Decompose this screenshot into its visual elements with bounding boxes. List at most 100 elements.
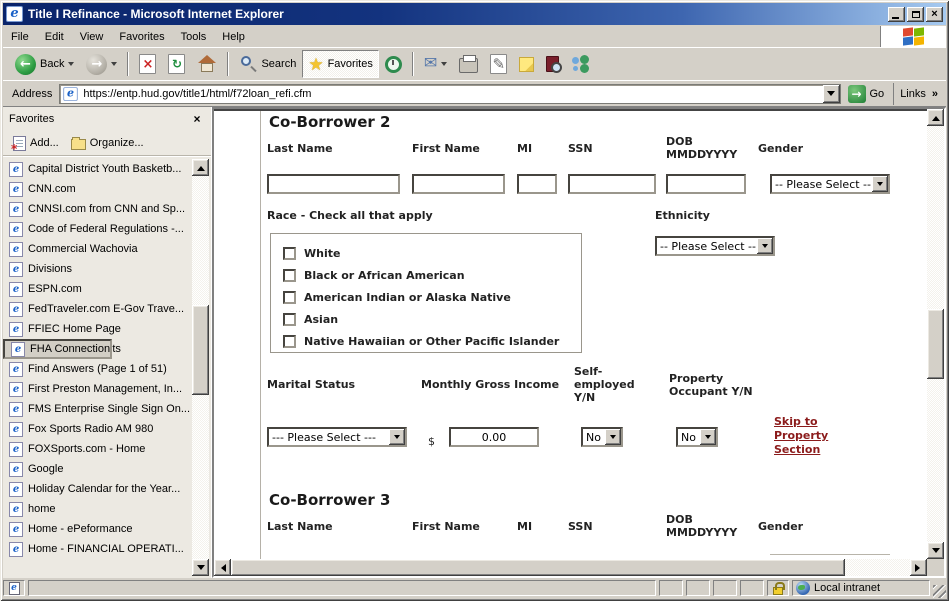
research-button[interactable] [540,50,565,78]
dob-input[interactable] [666,174,746,194]
favorite-item[interactable]: eFind Answers (Page 1 of 51) [3,359,191,379]
ssn-input[interactable] [568,174,656,194]
favorite-item[interactable]: eFox Sports Radio AM 980 [3,419,191,439]
ie-logo-icon[interactable]: e [6,6,23,22]
print-button[interactable] [453,50,484,78]
race-checkbox-white[interactable] [283,247,296,260]
first-name-input[interactable] [412,174,505,194]
edit-button[interactable]: ✎ [484,50,513,78]
history-button[interactable] [379,50,408,78]
favorite-item[interactable]: ehome [3,499,191,519]
scroll-up-button[interactable] [927,109,944,126]
last-name-input[interactable] [267,174,400,194]
favorite-item[interactable]: eHome - FINANCIAL OPERATI... [3,539,191,559]
messenger-button[interactable] [565,50,597,78]
favorite-item[interactable]: eESPN.com [3,279,191,299]
favorite-item[interactable]: eCNN.com [3,179,191,199]
content-horizontal-scrollbar[interactable] [214,559,927,576]
favorites-panel-close-button[interactable]: × [189,112,205,127]
favorites-scrollbar[interactable] [192,159,209,576]
favorite-item[interactable]: eDivisions [3,259,191,279]
favorite-item[interactable]: eFOXSports.com - Home [3,439,191,459]
ie-favicon: e [9,522,23,537]
menu-tools[interactable]: Tools [173,28,215,46]
close-button[interactable]: × [926,7,943,22]
scroll-left-button[interactable] [214,559,231,576]
favorite-item[interactable]: eHome - ePeformance [3,519,191,539]
favorite-item[interactable]: eFedTraveler.com E-Gov Trave... [3,299,191,319]
favorite-item[interactable]: eFMS Enterprise Single Sign On... [3,399,191,419]
address-dropdown-button[interactable] [823,85,840,103]
refresh-button[interactable]: ↻ [162,50,191,78]
scroll-up-button[interactable] [192,159,209,176]
go-button[interactable]: → Go [845,83,890,105]
property-occupant-select[interactable]: No [676,427,718,447]
favorite-item[interactable]: eHoliday Calendar for the Year... [3,479,191,499]
favorite-item[interactable]: eFFIEC Home Page [3,319,191,339]
maximize-button[interactable] [907,7,924,22]
home-button[interactable] [191,50,223,78]
page-body: Co-Borrower 2 Last Name First Name MI SS… [214,109,927,559]
race-checkbox-hawaiian[interactable] [283,335,296,348]
menu-help[interactable]: Help [214,28,253,46]
mail-dropdown-icon[interactable] [441,62,447,69]
income-label: Monthly Gross Income [421,378,559,391]
mail-button[interactable]: ✉ [418,50,453,78]
organize-favorites-button[interactable]: Organize... [65,134,150,152]
favorites-button[interactable]: ★ Favorites [302,50,379,78]
menu-edit[interactable]: Edit [37,28,72,46]
search-button[interactable]: Search [233,50,302,78]
address-input[interactable]: e https://entp.hud.gov/title1/html/f72lo… [59,84,840,104]
links-toolbar[interactable]: Links » [893,83,944,105]
scroll-down-button[interactable] [192,559,209,576]
scroll-right-button[interactable] [910,559,927,576]
scrollbar-thumb[interactable] [192,305,209,395]
menu-file[interactable]: File [3,28,37,46]
ethnicity-select[interactable]: -- Please Select -- [655,236,775,256]
add-favorite-button[interactable]: Add... [7,134,65,153]
select-dropdown-button[interactable] [605,429,621,445]
forward-dropdown-icon[interactable] [111,62,117,69]
scrollbar-thumb[interactable] [231,559,845,576]
gender-select[interactable]: -- Please Select -- [770,174,890,194]
address-bar: Address e https://entp.hud.gov/title1/ht… [3,80,946,106]
favorite-item[interactable]: eCommercial Wachovia [3,239,191,259]
menu-favorites[interactable]: Favorites [111,28,172,46]
favorite-item[interactable]: eFirst Preston Management, In... [3,379,191,399]
back-icon: ← [15,54,36,75]
scroll-down-button[interactable] [927,542,944,559]
minimize-button[interactable] [888,7,905,22]
race-checkbox-asian[interactable] [283,313,296,326]
stop-button[interactable]: × [133,50,162,78]
discuss-button[interactable] [513,50,540,78]
select-dropdown-button[interactable] [757,238,773,254]
favorite-item[interactable]: eCapital District Youth Basketb... [3,159,191,179]
property-occupant-label: Property Occupant Y/N [669,372,764,398]
income-input[interactable] [449,427,539,447]
back-button[interactable]: ← Back [9,50,80,78]
mi-input[interactable] [517,174,557,194]
resize-grip[interactable] [933,585,946,598]
home-icon [197,55,217,73]
gender-label: Gender [758,142,803,155]
menu-view[interactable]: View [72,28,112,46]
favorite-item[interactable]: eCode of Federal Regulations -... [3,219,191,239]
back-dropdown-icon[interactable] [68,62,74,69]
select-dropdown-button[interactable] [389,429,405,445]
select-dropdown-button[interactable] [700,429,716,445]
status-bar: e Local intranet [3,578,946,598]
content-vertical-scrollbar[interactable] [927,109,944,559]
race-checkbox-black[interactable] [283,269,296,282]
scrollbar-thumb[interactable] [927,309,944,379]
forward-button[interactable]: → [80,50,123,78]
favorite-item[interactable]: eGoogle [3,459,191,479]
arrow-down-icon [197,565,205,574]
skip-to-property-link[interactable]: Skip to Property Section [774,415,856,457]
race-checkbox-american-indian[interactable] [283,291,296,304]
favorite-item[interactable]: eCNNSI.com from CNN and Sp... [3,199,191,219]
favorite-item-selected[interactable]: eFHA Connection [3,339,112,359]
select-dropdown-button[interactable] [872,176,888,192]
self-employed-select[interactable]: No [581,427,623,447]
favorites-panel: Favorites × Add... Organize... eCapital … [3,107,212,578]
marital-status-select[interactable]: --- Please Select --- [267,427,407,447]
